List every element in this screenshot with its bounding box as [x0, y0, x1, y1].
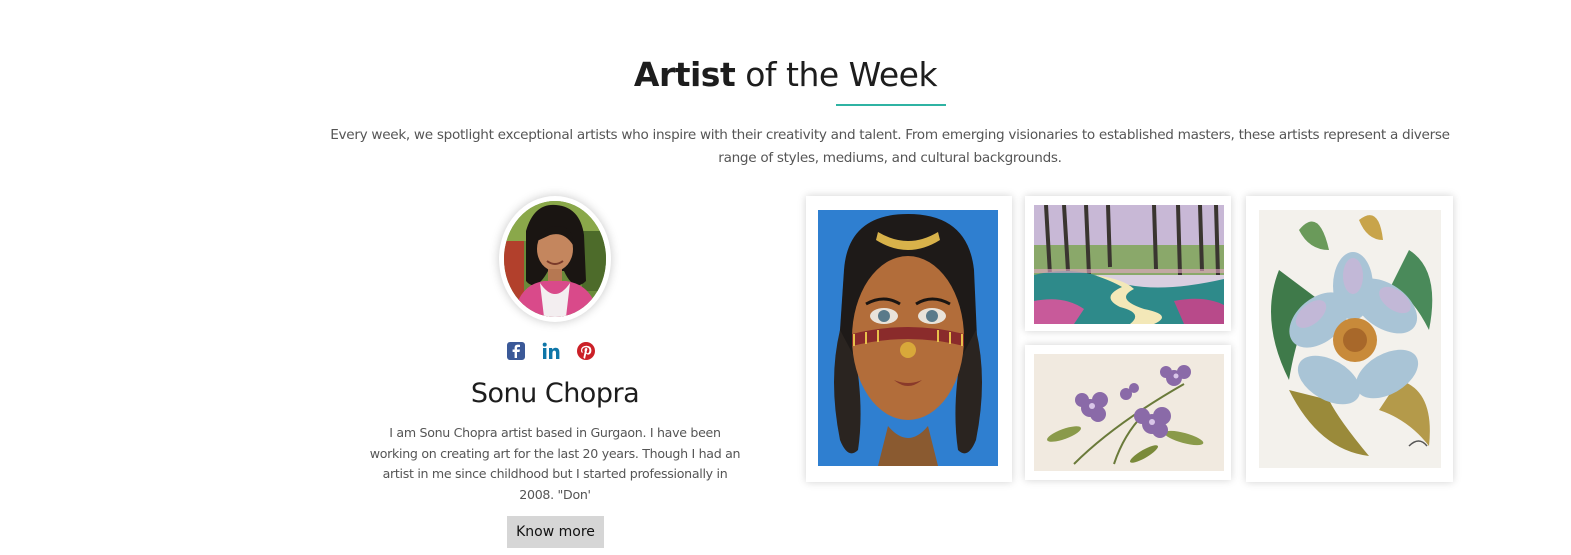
- artwork-landscape-image: [1034, 205, 1224, 324]
- artwork-landscape[interactable]: [1025, 196, 1231, 331]
- artist-bio: I am Sonu Chopra artist based in Gurgaon…: [369, 425, 741, 503]
- section-intro: Every week, we spotlight exceptional art…: [330, 127, 1450, 166]
- section-title-strong: Artist: [633, 55, 736, 94]
- artwork-portrait-image: [818, 210, 998, 466]
- section-title: Artist of the Week: [0, 55, 1571, 94]
- artwork-flowers[interactable]: [1025, 345, 1231, 480]
- facebook-icon[interactable]: [506, 341, 526, 361]
- section-title-rest: of the Week: [745, 55, 938, 94]
- linkedin-icon[interactable]: [541, 341, 561, 361]
- title-underline: [836, 104, 946, 106]
- know-more-button[interactable]: Know more: [507, 516, 604, 548]
- artwork-portrait[interactable]: [806, 196, 1012, 482]
- artist-avatar: [499, 196, 611, 322]
- artwork-blue-flower-image: [1259, 210, 1441, 468]
- artwork-flowers-image: [1034, 354, 1224, 471]
- social-links: [506, 340, 606, 362]
- artwork-blue-flower[interactable]: [1246, 196, 1453, 482]
- pinterest-icon[interactable]: [576, 341, 596, 361]
- artist-name: Sonu Chopra: [470, 378, 640, 409]
